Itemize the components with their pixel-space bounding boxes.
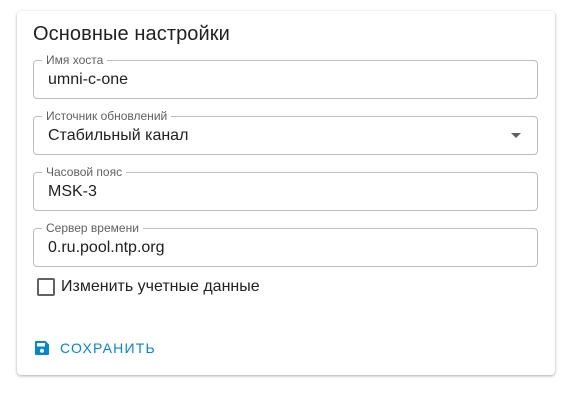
save-button-label: СОХРАНИТЬ [60,340,156,356]
time-server-value[interactable]: 0.ru.pool.ntp.org [48,229,165,266]
save-button[interactable]: СОХРАНИТЬ [31,337,160,359]
timezone-value[interactable]: MSK-3 [48,173,97,210]
dropdown-arrow-icon[interactable] [511,133,521,138]
time-server-field[interactable]: Сервер времени 0.ru.pool.ntp.org [33,221,538,267]
update-source-value[interactable]: Стабильный канал [48,117,188,154]
settings-card: Основные настройки Имя хоста umni-c-one … [17,11,555,375]
change-credentials-label[interactable]: Изменить учетные данные [61,278,260,296]
change-credentials-checkbox-row[interactable]: Изменить учетные данные [37,277,260,297]
update-source-select[interactable]: Источник обновлений Стабильный канал [33,109,538,155]
change-credentials-checkbox[interactable] [37,278,55,296]
timezone-field[interactable]: Часовой пояс MSK-3 [33,165,538,211]
hostname-field[interactable]: Имя хоста umni-c-one [33,53,538,99]
floppy-disk-icon [35,341,49,355]
hostname-value[interactable]: umni-c-one [48,61,128,98]
card-title: Основные настройки [33,23,230,45]
